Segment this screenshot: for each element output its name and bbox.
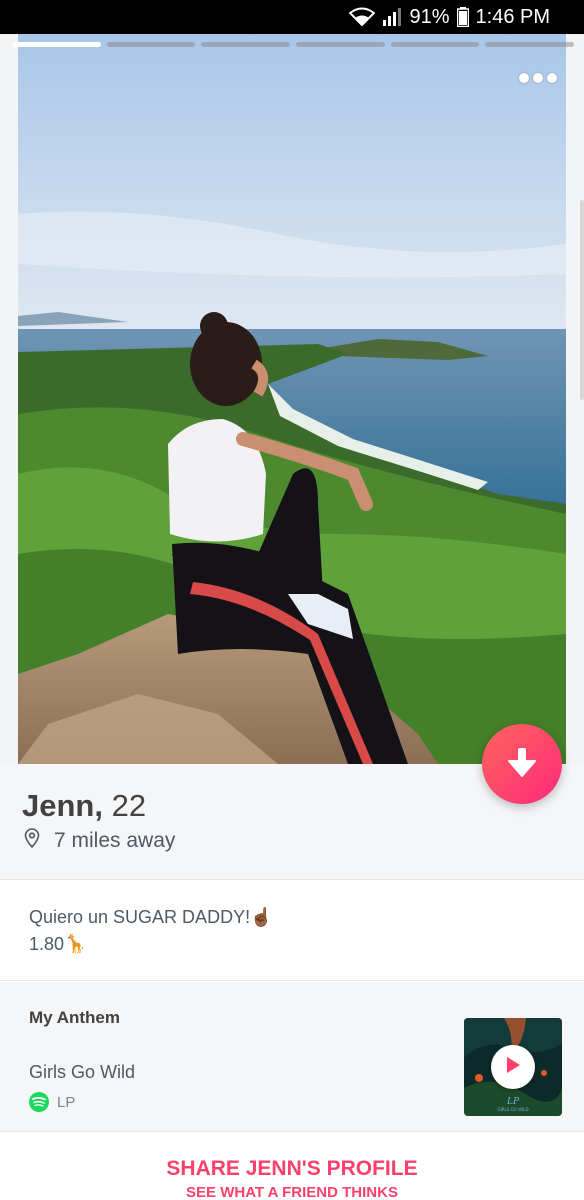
photo-indicator[interactable] <box>296 42 385 47</box>
anthem-section: My Anthem Girls Go Wild LP LP GIRLS GO W… <box>0 982 584 1132</box>
play-icon <box>505 1056 521 1079</box>
name-age-row: Jenn, 22 <box>22 788 146 824</box>
profile-age: 22 <box>111 788 147 823</box>
dot-icon <box>547 73 557 83</box>
dot-icon <box>519 73 529 83</box>
bio-line: 1.80🦒 <box>29 934 87 954</box>
dot-icon <box>533 73 543 83</box>
signal-icon <box>382 7 402 27</box>
share-profile-title: SHARE JENN'S PROFILE <box>166 1157 418 1180</box>
photo-indicator[interactable] <box>390 42 480 47</box>
photo-indicator[interactable] <box>485 42 575 47</box>
profile-photo[interactable] <box>18 34 566 764</box>
album-art[interactable]: LP GIRLS GO WILD <box>464 1018 562 1116</box>
play-button[interactable] <box>491 1045 535 1089</box>
more-options-button[interactable] <box>516 68 560 88</box>
profile-info: Jenn, 22 7 miles away Quiero un SUGAR DA… <box>0 764 584 1200</box>
photo-indicator[interactable] <box>12 42 101 47</box>
scrollbar[interactable] <box>580 200 584 400</box>
battery-icon <box>456 7 469 27</box>
bio-line: Quiero un SUGAR DADDY!☝🏾 <box>29 907 273 927</box>
bio-section: Quiero un SUGAR DADDY!☝🏾 1.80🦒 <box>0 881 584 981</box>
album-label: LP <box>506 1097 520 1107</box>
anthem-artist: LP <box>57 1093 76 1111</box>
share-profile-subtitle: SEE WHAT A FRIEND THINKS <box>186 1184 398 1200</box>
arrow-down-icon <box>507 746 537 783</box>
photo-indicator[interactable] <box>201 42 291 47</box>
album-sublabel: GIRLS GO WILD <box>497 1107 528 1112</box>
clock: 1:46 PM <box>475 5 550 28</box>
profile-photo-card[interactable] <box>0 34 584 764</box>
battery-percent: 91% <box>409 5 450 28</box>
anthem-song-title: Girls Go Wild <box>29 1062 136 1082</box>
share-profile-button[interactable]: SHARE JENN'S PROFILE SEE WHAT A FRIEND T… <box>0 1133 584 1200</box>
location-pin-icon <box>24 828 40 854</box>
collapse-profile-button[interactable] <box>482 724 562 804</box>
photo-indicator[interactable] <box>106 42 196 47</box>
spotify-icon <box>29 1092 49 1112</box>
anthem-heading: My Anthem <box>29 1008 120 1027</box>
profile-name: Jenn, <box>22 788 103 823</box>
status-icons: 91% 1:46 PM <box>349 5 550 29</box>
distance-row: 7 miles away <box>24 828 175 854</box>
distance-text: 7 miles away <box>54 829 176 852</box>
wifi-icon <box>349 7 376 27</box>
status-bar: 91% 1:46 PM <box>0 0 584 34</box>
photo-progress-bar <box>12 42 575 47</box>
anthem-artist-row: LP <box>29 1092 75 1112</box>
